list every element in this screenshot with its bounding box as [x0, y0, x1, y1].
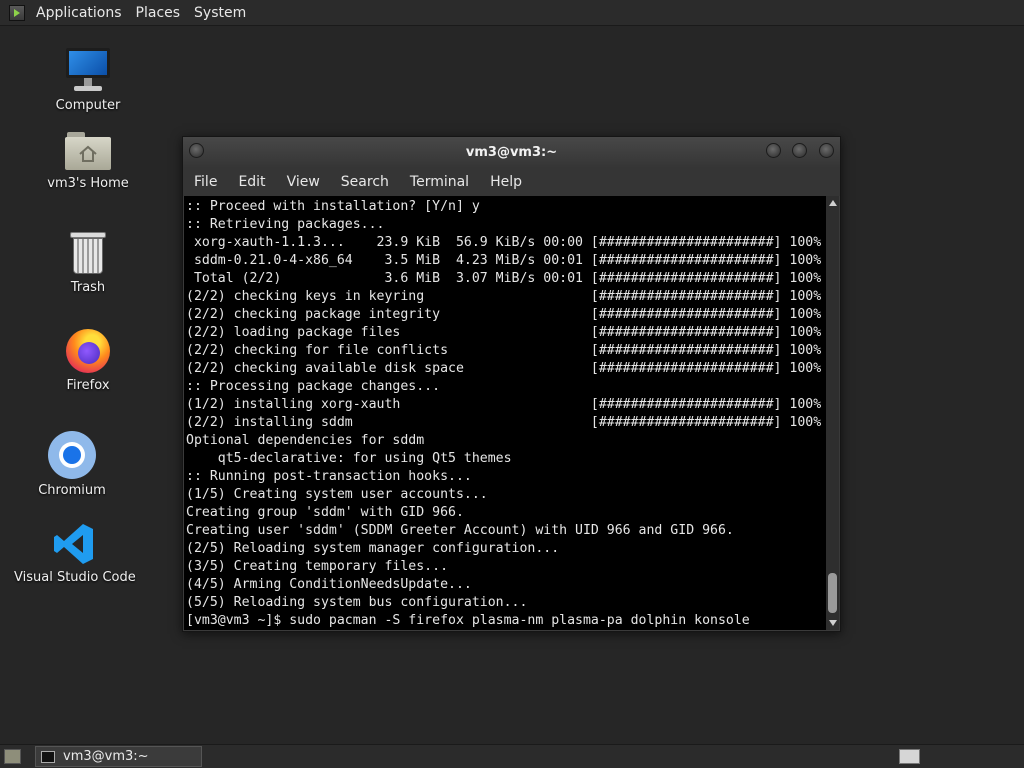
- desktop-icon-label: vm3's Home: [47, 176, 129, 191]
- home-folder-icon: [65, 130, 111, 172]
- desktop-icon-firefox[interactable]: Firefox: [28, 328, 148, 393]
- terminal-line: (2/2) checking package integrity [######…: [186, 307, 822, 322]
- window-menu-icon[interactable]: [189, 143, 204, 158]
- menu-view[interactable]: View: [276, 174, 330, 190]
- menu-edit[interactable]: Edit: [227, 174, 275, 190]
- menu-file[interactable]: File: [183, 174, 227, 190]
- menu-help[interactable]: Help: [479, 174, 532, 190]
- terminal-icon: [41, 750, 55, 763]
- terminal-line: (2/5) Reloading system manager configura…: [186, 541, 560, 556]
- desktop-icon-label: Chromium: [38, 483, 106, 498]
- scroll-down-icon[interactable]: [829, 620, 837, 626]
- terminal-text: :: Proceed with installation? [Y/n] y:: …: [186, 198, 821, 630]
- terminal-line: Creating user 'sddm' (SDDM Greeter Accou…: [186, 523, 734, 538]
- terminal-line: sddm-0.21.0-4-x86_64 3.5 MiB 4.23 MiB/s …: [186, 253, 822, 268]
- desktop-icon-label: Trash: [70, 280, 106, 295]
- vscode-icon: [52, 522, 96, 566]
- terminal-menubar: File Edit View Search Terminal Help: [183, 168, 840, 196]
- menu-search[interactable]: Search: [330, 174, 399, 190]
- desktop-icon-label: Computer: [55, 98, 121, 113]
- menu-applications[interactable]: Applications: [29, 5, 129, 21]
- desktop-icon-label: Visual Studio Code: [14, 570, 136, 585]
- terminal-line: (2/2) checking available disk space [###…: [186, 361, 822, 376]
- taskbar-item-terminal[interactable]: vm3@vm3:~: [35, 746, 202, 767]
- trash-icon: [69, 230, 107, 276]
- scrollbar-thumb[interactable]: [828, 573, 837, 613]
- computer-icon: [64, 46, 112, 94]
- minimize-icon[interactable]: [766, 143, 781, 158]
- terminal-line: (2/2) loading package files [###########…: [186, 325, 822, 340]
- desktop-icon-home[interactable]: vm3's Home: [28, 130, 148, 191]
- terminal-scrollbar[interactable]: [826, 196, 839, 630]
- scroll-up-icon[interactable]: [829, 200, 837, 206]
- menu-places[interactable]: Places: [129, 5, 188, 21]
- terminal-line: :: Retrieving packages...: [186, 217, 385, 232]
- top-panel: Applications Places System: [0, 0, 1024, 26]
- app-menu-icon[interactable]: [9, 4, 25, 21]
- terminal-output[interactable]: :: Proceed with installation? [Y/n] y:: …: [184, 196, 826, 630]
- taskbar-item-label: vm3@vm3:~: [63, 749, 149, 764]
- desktop-icon-trash[interactable]: Trash: [28, 230, 148, 295]
- terminal-line: qt5-declarative: for using Qt5 themes: [186, 451, 512, 466]
- chromium-icon: [48, 431, 96, 479]
- workspace-switcher[interactable]: [899, 749, 920, 764]
- terminal-line: xorg-xauth-1.1.3... 23.9 KiB 56.9 KiB/s …: [186, 235, 822, 250]
- terminal-line: Total (2/2) 3.6 MiB 3.07 MiB/s 00:01 [##…: [186, 271, 822, 286]
- bottom-panel: vm3@vm3:~: [0, 744, 1024, 768]
- window-titlebar[interactable]: vm3@vm3:~: [183, 137, 840, 168]
- terminal-line: (1/5) Creating system user accounts...: [186, 487, 488, 502]
- maximize-icon[interactable]: [792, 143, 807, 158]
- terminal-line: (2/2) installing sddm [#################…: [186, 415, 822, 430]
- desktop-icon-vscode[interactable]: Visual Studio Code: [14, 522, 136, 585]
- terminal-line: (3/5) Creating temporary files...: [186, 559, 449, 574]
- firefox-icon: [65, 328, 111, 374]
- menu-terminal[interactable]: Terminal: [399, 174, 479, 190]
- terminal-line: Optional dependencies for sddm: [186, 433, 425, 448]
- close-icon[interactable]: [819, 143, 834, 158]
- show-desktop-icon[interactable]: [4, 749, 21, 764]
- window-title: vm3@vm3:~: [465, 145, 558, 160]
- terminal-line: (1/2) installing xorg-xauth [###########…: [186, 397, 822, 412]
- desktop-icon-chromium[interactable]: Chromium: [12, 431, 132, 498]
- desktop-icon-computer[interactable]: Computer: [28, 46, 148, 113]
- terminal-line: :: Running post-transaction hooks...: [186, 469, 472, 484]
- terminal-line: (2/2) checking for file conflicts [#####…: [186, 343, 822, 358]
- menu-system[interactable]: System: [187, 5, 253, 21]
- terminal-line: (2/2) checking keys in keyring [########…: [186, 289, 822, 304]
- terminal-line: Creating group 'sddm' with GID 966.: [186, 505, 464, 520]
- terminal-window[interactable]: vm3@vm3:~ File Edit View Search Terminal…: [182, 136, 841, 632]
- desktop-icon-label: Firefox: [66, 378, 110, 393]
- terminal-line: (5/5) Reloading system bus configuration…: [186, 595, 528, 610]
- terminal-line: (4/5) Arming ConditionNeedsUpdate...: [186, 577, 472, 592]
- terminal-line: [vm3@vm3 ~]$ sudo pacman -S firefox plas…: [186, 613, 750, 628]
- terminal-line: :: Proceed with installation? [Y/n] y: [186, 199, 480, 214]
- terminal-line: :: Processing package changes...: [186, 379, 441, 394]
